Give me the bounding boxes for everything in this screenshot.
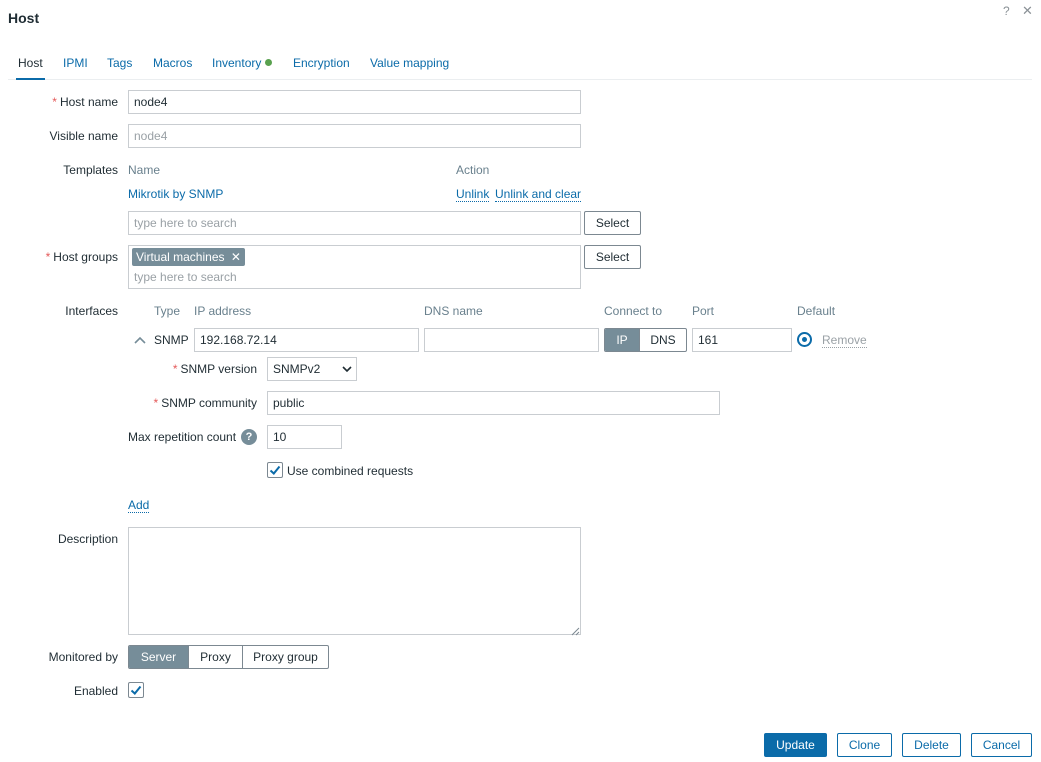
enabled-label: Enabled bbox=[73, 684, 118, 698]
tab-tags[interactable]: Tags bbox=[107, 55, 132, 80]
interface-port-input[interactable]: 161 bbox=[692, 328, 792, 352]
templates-action-header: Action bbox=[456, 163, 490, 177]
monitored-by-proxy-group[interactable]: Proxy group bbox=[242, 646, 328, 668]
snmp-version-label: * SNMP version bbox=[172, 362, 257, 376]
collapse-chevron-icon[interactable] bbox=[133, 334, 147, 348]
connect-dns-option[interactable]: DNS bbox=[639, 329, 686, 351]
help-icon[interactable]: ? bbox=[1003, 4, 1010, 18]
interfaces-port-header: Port bbox=[692, 304, 715, 318]
templates-name-header: Name bbox=[128, 163, 161, 177]
template-link[interactable]: Mikrotik by SNMP bbox=[128, 187, 223, 201]
remove-interface-link[interactable]: Remove bbox=[822, 333, 867, 348]
status-dot-icon bbox=[265, 59, 273, 66]
snmp-version-select[interactable]: SNMPv2 bbox=[267, 357, 357, 381]
templates-label: Templates bbox=[63, 163, 118, 177]
checkmark-icon bbox=[269, 465, 281, 475]
delete-button[interactable]: Delete bbox=[902, 733, 961, 757]
interfaces-connect-header: Connect to bbox=[604, 304, 663, 318]
visible-name-label: Visible name bbox=[49, 129, 118, 143]
combined-requests-label: Use combined requests bbox=[287, 464, 414, 478]
monitored-by-proxy[interactable]: Proxy bbox=[188, 646, 242, 668]
enabled-checkbox[interactable] bbox=[128, 682, 144, 698]
snmp-community-label: * SNMP community bbox=[153, 396, 257, 410]
host-groups-select-button[interactable]: Select bbox=[584, 245, 641, 269]
default-interface-radio[interactable] bbox=[797, 332, 812, 347]
tab-macros[interactable]: Macros bbox=[153, 55, 192, 80]
unlink-link[interactable]: Unlink bbox=[456, 187, 490, 202]
combined-requests-checkbox[interactable] bbox=[267, 462, 283, 478]
interface-dns-input[interactable] bbox=[424, 328, 599, 352]
description-label: Description bbox=[57, 532, 118, 546]
interfaces-label: Interfaces bbox=[65, 304, 118, 318]
interfaces-ip-header: IP address bbox=[194, 304, 252, 318]
add-interface-link[interactable]: Add bbox=[128, 498, 150, 513]
connect-to-toggle: IP DNS bbox=[604, 328, 687, 352]
templates-select-button[interactable]: Select bbox=[584, 211, 641, 235]
tab-encryption[interactable]: Encryption bbox=[293, 55, 350, 80]
max-repetition-label: Max repetition count bbox=[128, 430, 237, 444]
connect-ip-option[interactable]: IP bbox=[605, 329, 639, 351]
update-button[interactable]: Update bbox=[764, 733, 827, 757]
host-groups-search-input[interactable]: type here to search bbox=[134, 270, 237, 284]
remove-tag-icon[interactable]: ✕ bbox=[231, 250, 241, 264]
max-repetition-input[interactable]: 10 bbox=[267, 425, 342, 449]
interface-type: SNMP bbox=[154, 333, 189, 347]
interfaces-default-header: Default bbox=[797, 304, 836, 318]
tab-ipmi[interactable]: IPMI bbox=[63, 55, 88, 80]
interface-ip-input[interactable]: 192.168.72.14 bbox=[194, 328, 419, 352]
close-icon[interactable]: ✕ bbox=[1022, 3, 1033, 19]
chevron-down-icon bbox=[342, 366, 352, 373]
visible-name-input[interactable]: node4 bbox=[128, 124, 581, 148]
help-icon[interactable]: ? bbox=[241, 429, 257, 445]
host-name-label: * Host name bbox=[52, 95, 118, 109]
checkmark-icon bbox=[130, 685, 142, 695]
tab-value-mapping[interactable]: Value mapping bbox=[370, 55, 449, 80]
host-name-input[interactable]: node4 bbox=[128, 90, 581, 114]
snmp-community-input[interactable]: public bbox=[267, 391, 720, 415]
resize-handle-icon[interactable] bbox=[571, 625, 580, 639]
description-textarea[interactable] bbox=[128, 527, 581, 635]
cancel-button[interactable]: Cancel bbox=[971, 733, 1032, 757]
monitored-by-label: Monitored by bbox=[48, 650, 118, 664]
interfaces-type-header: Type bbox=[154, 304, 181, 318]
host-group-tag: Virtual machines ✕ bbox=[132, 248, 245, 266]
clone-button[interactable]: Clone bbox=[837, 733, 892, 757]
tab-host[interactable]: Host bbox=[16, 55, 45, 80]
interfaces-dns-header: DNS name bbox=[424, 304, 483, 318]
host-groups-multiselect[interactable]: Virtual machines ✕ type here to search bbox=[128, 245, 581, 289]
unlink-clear-link[interactable]: Unlink and clear bbox=[495, 187, 582, 202]
monitored-by-toggle: Server Proxy Proxy group bbox=[128, 645, 329, 669]
dialog-title: Host bbox=[8, 10, 40, 26]
tab-bar: Host IPMI Tags Macros Inventory Encrypti… bbox=[8, 55, 1032, 80]
host-groups-label: * Host groups bbox=[45, 250, 118, 264]
monitored-by-server[interactable]: Server bbox=[129, 646, 188, 668]
tab-inventory[interactable]: Inventory bbox=[212, 55, 273, 80]
templates-search-input[interactable]: type here to search bbox=[128, 211, 581, 235]
